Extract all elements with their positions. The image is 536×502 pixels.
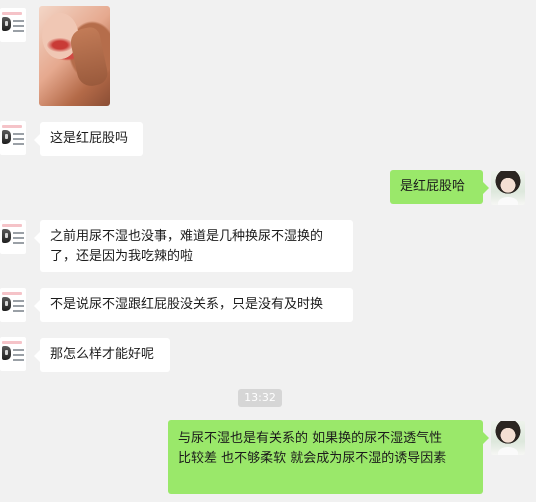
message-bubble[interactable]: 不是说尿不湿跟红屁股没关系，只是没有及时换 — [34, 288, 353, 322]
message-bubble-self[interactable]: 是红屁股哈 — [390, 170, 489, 204]
contact-avatar[interactable] — [0, 288, 26, 322]
timestamp: 13:32 — [238, 389, 282, 407]
contact-avatar[interactable] — [0, 121, 26, 155]
message-text: 这是红屁股吗 — [50, 131, 129, 146]
message-text: 那怎么样才能好呢 — [50, 347, 155, 362]
self-avatar[interactable] — [491, 171, 525, 205]
contact-avatar[interactable] — [0, 337, 26, 371]
message-image[interactable] — [39, 6, 110, 106]
self-avatar[interactable] — [491, 421, 525, 455]
message-line: 比较差 也不够柔软 就会成为尿不湿的诱导因素 — [178, 451, 447, 466]
contact-avatar[interactable] — [0, 220, 26, 254]
message-bubble-self[interactable]: 与尿不湿也是有关系的 如果换的尿不湿透气性 比较差 也不够柔软 就会成为尿不湿的… — [168, 420, 489, 494]
message-text: 不是说尿不湿跟红屁股没关系，只是没有及时换 — [50, 297, 324, 312]
message-line: 之前用尿不湿也没事，难道是几种换尿不湿换的 — [50, 229, 324, 244]
message-bubble[interactable]: 之前用尿不湿也没事，难道是几种换尿不湿换的 了，还是因为我吃辣的啦 — [34, 220, 353, 272]
contact-avatar[interactable] — [0, 8, 26, 42]
message-line: 了，还是因为我吃辣的啦 — [50, 249, 194, 264]
message-bubble[interactable]: 那怎么样才能好呢 — [34, 338, 170, 372]
message-bubble[interactable]: 这是红屁股吗 — [34, 122, 143, 156]
message-text: 是红屁股哈 — [400, 179, 466, 194]
message-line: 与尿不湿也是有关系的 如果换的尿不湿透气性 — [178, 431, 443, 446]
